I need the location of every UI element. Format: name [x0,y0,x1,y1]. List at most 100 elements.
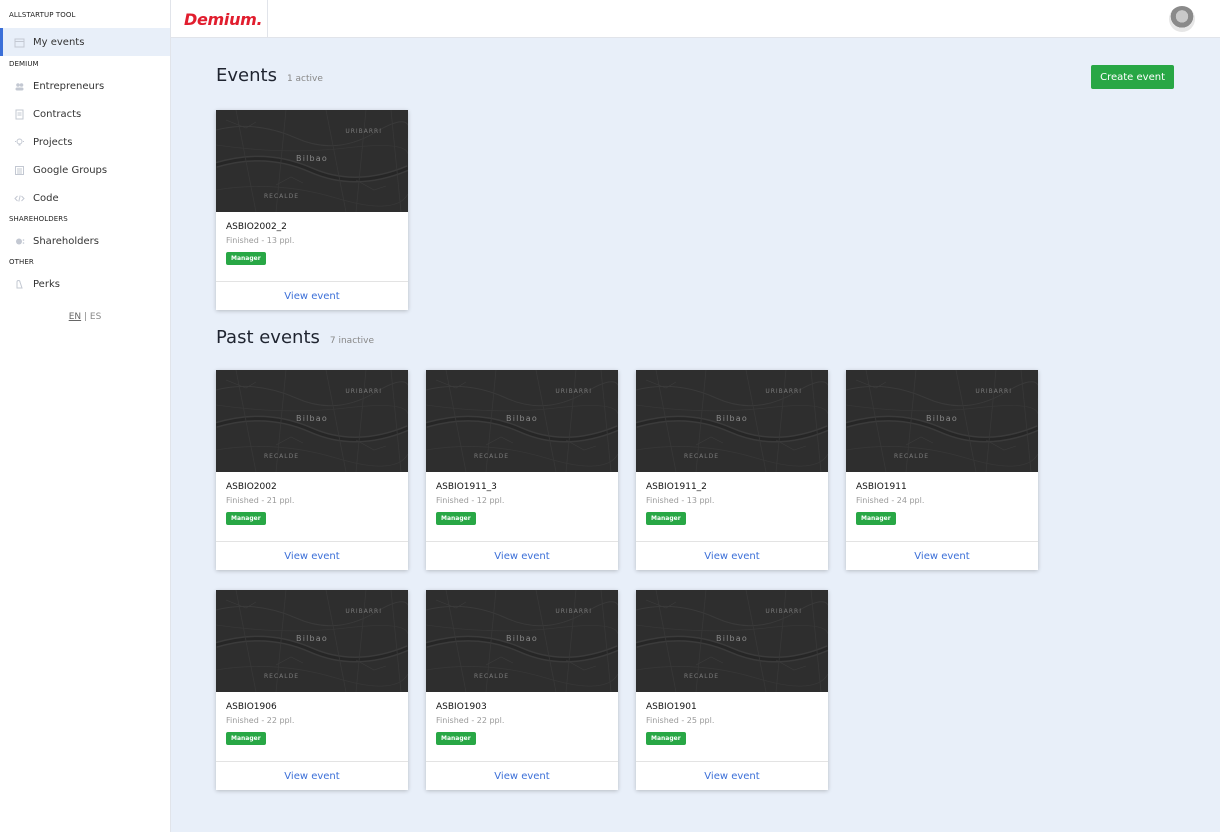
event-card: URIBARRI Bilbao RECALDE ASBIO2002 Finished -… [216,370,408,570]
sidebar-item-code[interactable]: Code [0,184,170,212]
role-badge: Manager [226,512,266,525]
sidebar-item-projects[interactable]: Projects [0,128,170,156]
lang-es-link[interactable]: ES [90,312,101,322]
brand-logo: Demium. [184,9,263,29]
event-map-image: URIBARRI Bilbao RECALDE [846,370,1038,472]
list-icon [12,163,26,177]
sidebar-item-label: Code [33,192,59,204]
event-map-image: URIBARRI Bilbao RECALDE [636,370,828,472]
map-label-bottom: RECALDE [684,673,720,680]
map-label-city: Bilbao [296,154,329,163]
map-label-top: URIBARRI [555,388,592,395]
active-count: 1 active [286,74,323,84]
event-card: URIBARRI Bilbao RECALDE ASBIO2002_2 Finished… [216,110,408,310]
map-label-bottom: RECALDE [264,453,300,460]
event-name: ASBIO1903 [436,702,487,712]
event-map-image: URIBARRI Bilbao RECALDE [426,370,618,472]
map-label-bottom: RECALDE [684,453,720,460]
view-event-link[interactable]: View event [846,541,1038,570]
event-map-image: URIBARRI Bilbao RECALDE [426,590,618,692]
logo-container[interactable]: Demium. [171,0,268,38]
map-label-city: Bilbao [296,414,329,423]
role-badge: Manager [436,732,476,745]
sidebar-item-google-groups[interactable]: Google Groups [0,156,170,184]
view-event-link[interactable]: View event [216,281,408,310]
view-event-link[interactable]: View event [636,541,828,570]
map-label-top: URIBARRI [555,608,592,615]
event-status: Finished - 24 ppl. [856,496,925,505]
create-event-button[interactable]: Create event [1091,65,1174,89]
map-label-top: URIBARRI [345,388,382,395]
role-badge: Manager [856,512,896,525]
section-label-other: OTHER [9,258,34,266]
document-icon [12,107,26,121]
section-label-allstartup: ALLSTARTUP TOOL [9,11,76,19]
language-switcher: EN | ES [0,312,170,322]
event-name: ASBIO1906 [226,702,277,712]
event-name: ASBIO1911_2 [646,482,707,492]
view-event-link[interactable]: View event [216,761,408,790]
map-label-bottom: RECALDE [474,453,510,460]
event-name: ASBIO1911 [856,482,907,492]
map-label-city: Bilbao [716,414,749,423]
event-status: Finished - 25 ppl. [646,716,715,725]
event-status: Finished - 13 ppl. [646,496,715,505]
sidebar-item-my-events[interactable]: My events [0,28,170,56]
event-name: ASBIO1901 [646,702,697,712]
map-label-bottom: RECALDE [264,673,300,680]
map-label-city: Bilbao [296,634,329,643]
event-map-image: URIBARRI Bilbao RECALDE [216,370,408,472]
map-label-top: URIBARRI [975,388,1012,395]
map-label-top: URIBARRI [765,608,802,615]
map-label-bottom: RECALDE [894,453,930,460]
sidebar-item-contracts[interactable]: Contracts [0,100,170,128]
view-event-link[interactable]: View event [426,541,618,570]
sidebar-item-label: My events [33,36,85,48]
top-bar: Demium. [171,0,1220,38]
past-events-heading: Past events 7 inactive [216,327,374,348]
map-label-city: Bilbao [506,414,539,423]
event-map-image: URIBARRI Bilbao RECALDE [216,590,408,692]
map-label-city: Bilbao [716,634,749,643]
event-card: URIBARRI Bilbao RECALDE ASBIO1911_2 Finished… [636,370,828,570]
lang-en-link[interactable]: EN [69,312,81,322]
lang-separator: | [83,312,88,322]
view-event-link[interactable]: View event [426,761,618,790]
event-card: URIBARRI Bilbao RECALDE ASBIO1911_3 Finished… [426,370,618,570]
sidebar-item-perks[interactable]: Perks [0,270,170,298]
role-badge: Manager [646,512,686,525]
event-name: ASBIO1911_3 [436,482,497,492]
lightbulb-icon [12,135,26,149]
user-avatar[interactable] [1169,6,1195,32]
sidebar-item-label: Contracts [33,108,82,120]
events-heading: Events 1 active [216,65,323,86]
view-event-link[interactable]: View event [636,761,828,790]
coins-icon [12,234,26,248]
view-event-link[interactable]: View event [216,541,408,570]
event-status: Finished - 21 ppl. [226,496,295,505]
section-label-demium: DEMIUM [9,60,39,68]
code-icon [12,191,26,205]
sidebar-item-label: Google Groups [33,164,108,176]
event-card: URIBARRI Bilbao RECALDE ASBIO1901 Finished -… [636,590,828,790]
map-label-bottom: RECALDE [474,673,510,680]
map-label-city: Bilbao [506,634,539,643]
event-card: URIBARRI Bilbao RECALDE ASBIO1906 Finished -… [216,590,408,790]
calendar-icon [12,35,26,49]
sidebar-item-shareholders[interactable]: Shareholders [0,227,170,255]
event-status: Finished - 13 ppl. [226,236,295,245]
event-status: Finished - 22 ppl. [436,716,505,725]
map-label-top: URIBARRI [765,388,802,395]
role-badge: Manager [436,512,476,525]
map-label-city: Bilbao [926,414,959,423]
role-badge: Manager [646,732,686,745]
section-title: Past events [216,327,320,348]
sidebar-item-entrepreneurs[interactable]: Entrepreneurs [0,72,170,100]
page-title: Events [216,65,277,86]
map-label-top: URIBARRI [345,128,382,135]
event-status: Finished - 12 ppl. [436,496,505,505]
sidebar: ALLSTARTUP TOOL My events DEMIUM Entrepr… [0,0,171,832]
inactive-count: 7 inactive [329,336,375,346]
map-label-bottom: RECALDE [264,193,300,200]
role-badge: Manager [226,732,266,745]
